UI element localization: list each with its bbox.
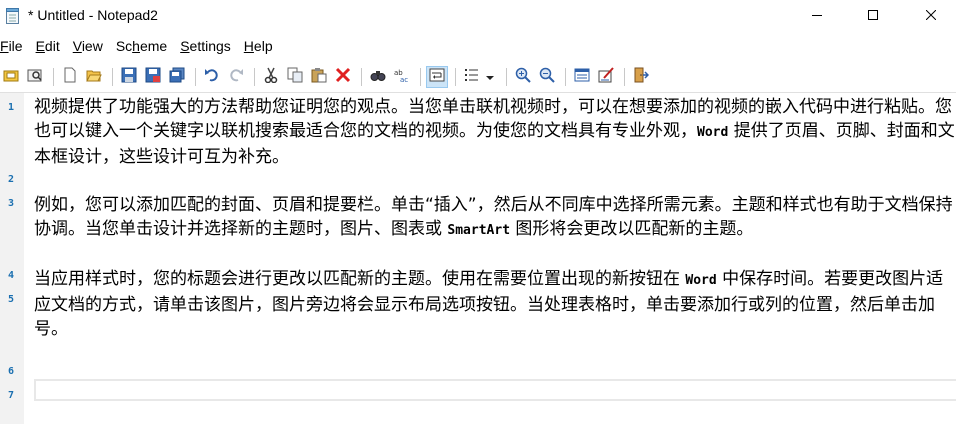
line-number: 6	[7, 366, 14, 377]
exit-icon	[633, 67, 650, 87]
text-content[interactable]: 视频提供了功能强大的方法帮助您证明您的观点。当您单击联机视频时，可以在想要添加的…	[34, 95, 956, 341]
save-as-button[interactable]	[142, 66, 164, 88]
svg-text:ac: ac	[400, 76, 408, 83]
line-number: 3	[7, 198, 14, 209]
menu-help[interactable]: Help	[244, 36, 280, 58]
zoom-in-button[interactable]	[512, 66, 534, 88]
exit-button[interactable]	[630, 66, 652, 88]
close-icon	[925, 8, 937, 24]
toolbar-separator	[53, 68, 54, 86]
bookmark-list-button[interactable]	[461, 66, 483, 88]
menu-edit[interactable]: Edit	[36, 36, 67, 58]
replace-button[interactable]: ab ac	[391, 66, 413, 88]
menu-scheme[interactable]: Scheme	[116, 36, 174, 58]
line-number: 5	[7, 294, 14, 305]
save-as-icon	[145, 67, 161, 87]
paste-button[interactable]	[308, 66, 330, 88]
zoom-in-icon	[515, 67, 531, 87]
minimize-icon	[812, 8, 822, 24]
find-button[interactable]	[367, 66, 389, 88]
redo-icon	[228, 67, 244, 87]
customize-schemes-button[interactable]	[595, 66, 617, 88]
toolbar-separator	[506, 68, 507, 86]
toolbar-separator	[254, 68, 255, 86]
paragraph-3: 例如，您可以添加匹配的封面、页眉和提要栏。单击“插入”，然后从不同库中选择所需元…	[34, 195, 953, 239]
browse-button[interactable]	[24, 66, 46, 88]
menu-file[interactable]: File	[0, 36, 30, 58]
notepad-icon	[6, 8, 20, 24]
paragraph-5: 当应用样式时，您的标题会进行更改以匹配新的主题。使用在需要位置出现的新按钮在 W…	[34, 269, 944, 339]
save-button[interactable]	[118, 66, 140, 88]
cut-button[interactable]	[260, 66, 282, 88]
empty-line	[34, 243, 956, 267]
cut-icon	[263, 67, 279, 87]
bookmark-list-icon	[464, 67, 480, 87]
toolbar: ab ac	[0, 64, 956, 90]
toolbar-separator	[624, 68, 625, 86]
save-copy-button[interactable]	[166, 66, 188, 88]
dropdown-icon	[486, 69, 494, 85]
undo-button[interactable]	[201, 66, 223, 88]
toolbar-separator	[361, 68, 362, 86]
line-number: 2	[7, 174, 14, 185]
new-icon	[62, 67, 78, 87]
maximize-button[interactable]	[850, 0, 896, 32]
menu-bar: File Edit View Scheme Settings Help	[0, 36, 956, 58]
empty-line	[34, 169, 956, 193]
close-button[interactable]	[908, 0, 954, 32]
scheme-button[interactable]	[571, 66, 593, 88]
scheme-icon	[574, 67, 590, 87]
maximize-icon	[868, 8, 878, 24]
menu-settings[interactable]: Settings	[180, 36, 238, 58]
toolbar-separator	[565, 68, 566, 86]
line-number: 1	[7, 102, 14, 113]
window-title: * Untitled - Notepad2	[28, 7, 158, 23]
line-number: 7	[7, 390, 14, 401]
find-icon	[370, 67, 386, 87]
minimize-button[interactable]	[794, 0, 840, 32]
current-line-highlight	[34, 379, 956, 401]
line-number-gutter: 1 2 3 4 5 6 7	[0, 93, 24, 424]
editor-area[interactable]: 1 2 3 4 5 6 7 视频提供了功能强大的方法帮助您证明您的观点。当您单击…	[0, 92, 956, 424]
word-wrap-icon	[429, 67, 445, 87]
run-icon	[3, 67, 19, 87]
line-number: 4	[7, 270, 14, 281]
paste-icon	[311, 67, 327, 87]
delete-button[interactable]	[332, 66, 354, 88]
word-wrap-toggle[interactable]	[426, 66, 448, 88]
save-icon	[121, 67, 137, 87]
run-button[interactable]	[0, 66, 22, 88]
zoom-out-icon	[539, 67, 555, 87]
redo-button[interactable]	[225, 66, 247, 88]
replace-icon: ab ac	[394, 67, 410, 87]
copy-icon	[287, 67, 303, 87]
open-button[interactable]	[83, 66, 105, 88]
toolbar-separator	[420, 68, 421, 86]
menu-view[interactable]: View	[73, 36, 110, 58]
save-copy-icon	[169, 67, 185, 87]
title-bar: * Untitled - Notepad2	[0, 0, 956, 32]
toolbar-separator	[112, 68, 113, 86]
delete-icon	[335, 67, 351, 87]
toolbar-separator	[455, 68, 456, 86]
copy-button[interactable]	[284, 66, 306, 88]
undo-icon	[204, 67, 220, 87]
bookmark-dropdown[interactable]	[485, 66, 495, 88]
paragraph-1: 视频提供了功能强大的方法帮助您证明您的观点。当您单击联机视频时，可以在想要添加的…	[34, 97, 955, 167]
customize-icon	[598, 67, 614, 87]
new-button[interactable]	[59, 66, 81, 88]
zoom-out-button[interactable]	[536, 66, 558, 88]
open-folder-icon	[27, 67, 43, 87]
toolbar-separator	[195, 68, 196, 86]
open-icon	[86, 67, 102, 87]
